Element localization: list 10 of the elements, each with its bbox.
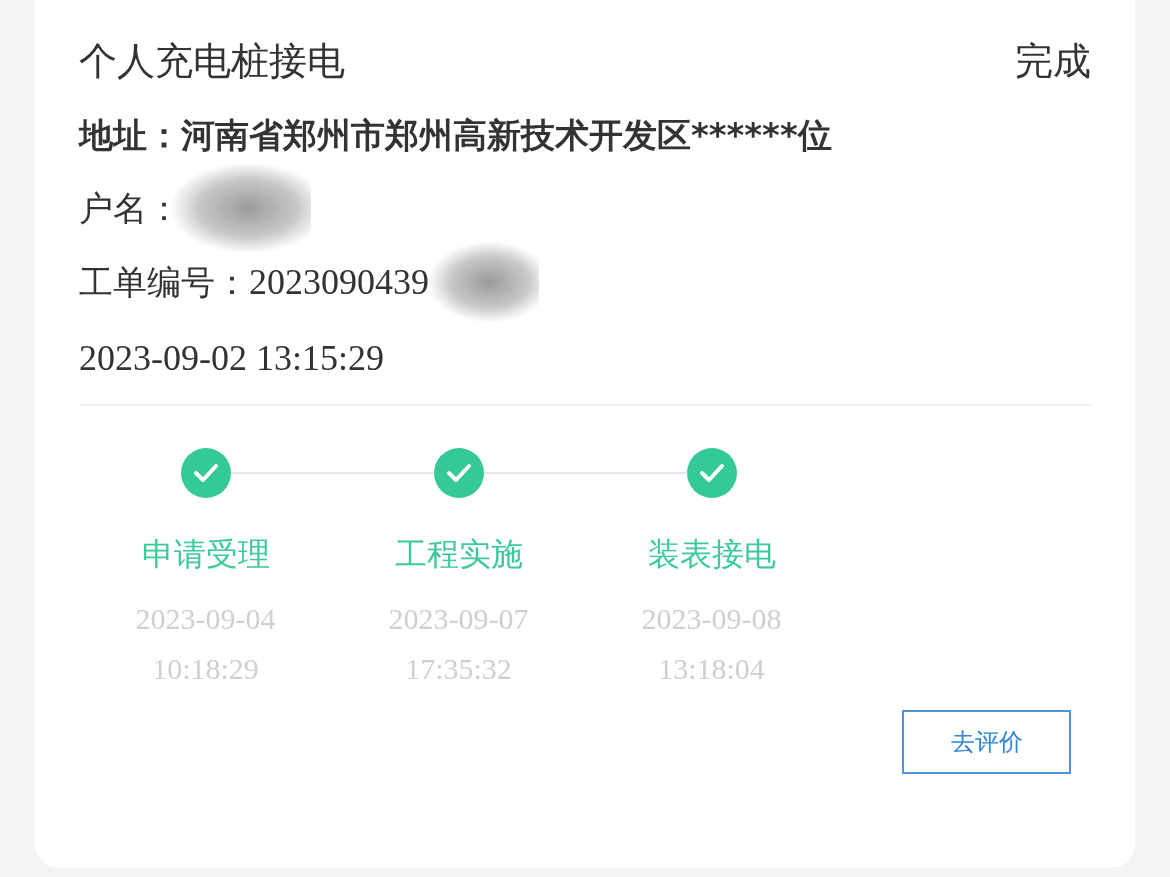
step-label: 工程实施 xyxy=(393,538,524,570)
created-time: 2023-09-02 13:15:29 xyxy=(79,340,385,376)
address-text: 地址：河南省郑州市郑州高新技术开发区******位 xyxy=(79,118,833,152)
step-label: 装表接电 xyxy=(646,538,777,570)
account-name-label: 户名： xyxy=(79,191,181,225)
rate-button[interactable]: 去评价 xyxy=(902,710,1071,774)
order-number-text: 工单编号：2023090439 xyxy=(79,264,429,300)
status-label: 完成 xyxy=(1015,42,1091,80)
step-label: 申请受理 xyxy=(140,538,271,570)
order-title: 个人充电桩接电 xyxy=(79,42,346,80)
